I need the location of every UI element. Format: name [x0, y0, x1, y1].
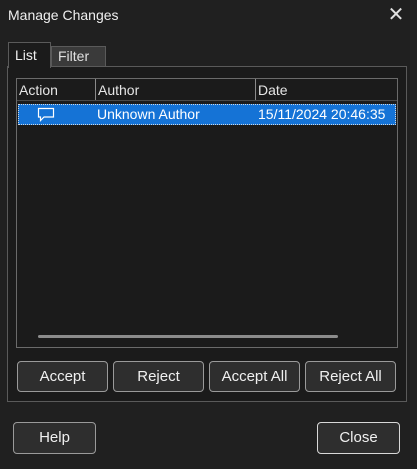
reject-button[interactable]: Reject: [113, 361, 204, 392]
close-button[interactable]: Close: [317, 422, 400, 454]
row-date-cell: 15/11/2024 20:46:35: [258, 106, 386, 122]
reject-all-button[interactable]: Reject All: [305, 361, 396, 392]
list-row[interactable]: Unknown Author 15/11/2024 20:46:35: [18, 104, 396, 125]
tab-list[interactable]: List: [8, 42, 51, 68]
column-header-action[interactable]: Action: [17, 79, 96, 100]
row-action-cell: [18, 104, 96, 125]
horizontal-scrollbar[interactable]: [38, 335, 338, 338]
accept-button[interactable]: Accept: [17, 361, 108, 392]
tab-filter[interactable]: Filter: [51, 46, 106, 67]
window-title: Manage Changes: [8, 7, 119, 23]
changes-list[interactable]: Action Author Date Unknown Author 15/11/…: [16, 78, 398, 348]
help-button[interactable]: Help: [13, 422, 96, 454]
column-header-author[interactable]: Author: [96, 79, 256, 100]
title-bar: Manage Changes ✕: [0, 0, 417, 32]
list-header: Action Author Date: [17, 79, 397, 101]
column-header-date[interactable]: Date: [256, 79, 397, 100]
row-author-cell: Unknown Author: [97, 106, 200, 122]
comment-icon: [37, 107, 55, 122]
accept-all-button[interactable]: Accept All: [209, 361, 300, 392]
close-window-icon[interactable]: ✕: [385, 4, 407, 26]
